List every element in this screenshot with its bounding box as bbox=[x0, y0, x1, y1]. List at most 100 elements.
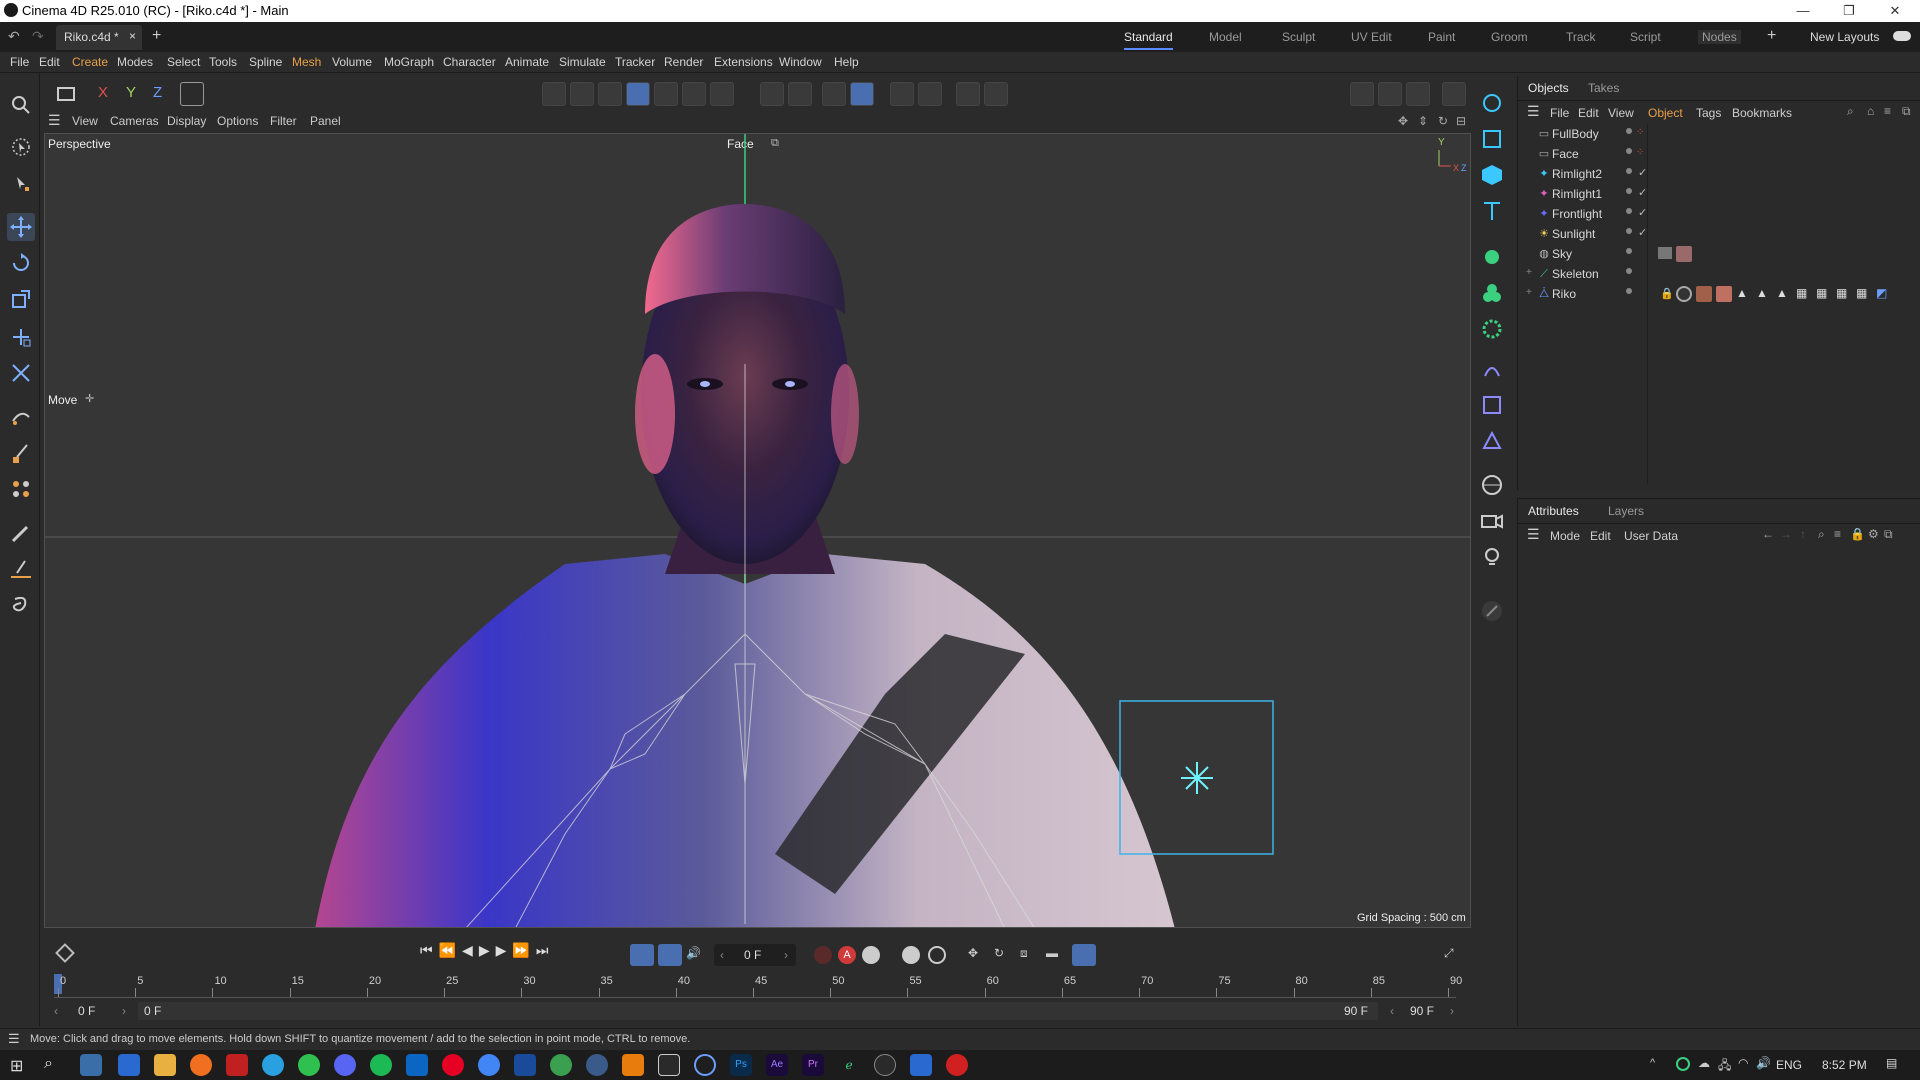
menu-create[interactable]: Create bbox=[72, 55, 108, 69]
param-key-icon[interactable]: ▬ bbox=[1046, 946, 1058, 960]
material-tag-icon[interactable] bbox=[1696, 286, 1712, 302]
go-to-start-icon[interactable]: ⏮ bbox=[420, 942, 433, 959]
utorrent-icon[interactable] bbox=[550, 1054, 572, 1076]
menu-extensions[interactable]: Extensions bbox=[714, 55, 773, 69]
selection-tag-icon[interactable]: ▦ bbox=[1856, 286, 1867, 300]
close-window-button[interactable]: ✕ bbox=[1872, 0, 1918, 22]
loop-icon[interactable] bbox=[630, 944, 654, 966]
objects-hamburger-icon[interactable]: ☰ bbox=[1527, 103, 1540, 120]
objects-filter-icon[interactable]: ≡ bbox=[1884, 104, 1891, 118]
range-icon[interactable] bbox=[658, 944, 682, 966]
lasso-icon[interactable] bbox=[7, 591, 35, 619]
viewport-menu-view[interactable]: View bbox=[72, 114, 98, 128]
language-indicator[interactable]: ENG bbox=[1776, 1058, 1802, 1072]
visibility-dots[interactable] bbox=[1626, 288, 1632, 294]
cube-icon[interactable] bbox=[1479, 162, 1505, 188]
visibility-dots[interactable] bbox=[1626, 148, 1632, 154]
menu-tools[interactable]: Tools bbox=[209, 55, 237, 69]
object-row-rimlight2[interactable]: ✦ Rimlight2 ✓ bbox=[1526, 164, 1916, 184]
placement-tool-icon[interactable] bbox=[7, 359, 35, 387]
blender-icon[interactable] bbox=[622, 1054, 644, 1076]
vpn-icon[interactable] bbox=[514, 1054, 536, 1076]
visibility-dots[interactable] bbox=[1626, 228, 1632, 234]
visibility-dots[interactable] bbox=[1626, 168, 1632, 174]
volume-icon[interactable]: 🔊 bbox=[1756, 1056, 1771, 1070]
play-icon[interactable]: ▶ bbox=[479, 942, 490, 959]
chrome-icon[interactable] bbox=[478, 1054, 500, 1076]
attributes-lock-icon[interactable]: 🔒 bbox=[1850, 527, 1865, 541]
attributes-hamburger-icon[interactable]: ☰ bbox=[1527, 526, 1540, 543]
menu-edit[interactable]: Edit bbox=[39, 55, 60, 69]
coordinate-system-icon[interactable] bbox=[180, 82, 204, 106]
spline-smooth-icon[interactable] bbox=[7, 475, 35, 503]
viewport-menu-panel[interactable]: Panel bbox=[310, 114, 341, 128]
timeline-settings-icon[interactable] bbox=[928, 946, 946, 964]
model-mode-icon[interactable] bbox=[626, 82, 650, 106]
lock-z-axis[interactable]: Z bbox=[153, 84, 162, 101]
texture-mode-icon[interactable] bbox=[710, 82, 734, 106]
menu-help[interactable]: Help bbox=[834, 55, 859, 69]
position-key-icon[interactable]: ✥ bbox=[968, 946, 978, 960]
enabled-check-icon[interactable]: ✓ bbox=[1638, 166, 1647, 179]
viewport-zoom-icon[interactable]: ⇕ bbox=[1418, 114, 1428, 128]
pen-tool-icon[interactable] bbox=[1479, 598, 1505, 624]
cinema4d-taskbar-icon[interactable] bbox=[694, 1054, 716, 1076]
maya-icon[interactable] bbox=[658, 1054, 680, 1076]
premiere-icon[interactable]: Pr bbox=[802, 1054, 824, 1076]
cloner-icon[interactable] bbox=[1479, 280, 1505, 306]
record-icon[interactable] bbox=[814, 946, 832, 964]
viewport-3d[interactable]: Perspective Face ⧉ Move ✛ Grid Spacing :… bbox=[44, 133, 1471, 928]
render-dots[interactable]: ⁘ bbox=[1636, 147, 1644, 158]
object-row-skeleton[interactable]: + ⟋ Skeleton bbox=[1526, 264, 1916, 284]
selection-tag-icon[interactable]: ▦ bbox=[1816, 286, 1827, 300]
visibility-dots[interactable] bbox=[1626, 268, 1632, 274]
viewport-menu-filter[interactable]: Filter bbox=[270, 114, 297, 128]
move-tool-icon[interactable] bbox=[7, 213, 35, 241]
menu-file[interactable]: File bbox=[10, 55, 29, 69]
acrobat-icon[interactable] bbox=[226, 1054, 248, 1076]
visibility-dots[interactable] bbox=[1626, 188, 1632, 194]
recorder-icon[interactable] bbox=[946, 1054, 968, 1076]
weight-tag-icon[interactable]: ▲ bbox=[1776, 286, 1788, 300]
attributes-menu-edit[interactable]: Edit bbox=[1590, 529, 1611, 543]
taskbar-search-icon[interactable]: ⌕ bbox=[44, 1055, 53, 1073]
viewport-maximize-icon[interactable]: ⊟ bbox=[1456, 114, 1466, 128]
polygons-mode-icon[interactable] bbox=[598, 82, 622, 106]
object-row-frontlight[interactable]: ✦ Frontlight ✓ bbox=[1526, 204, 1916, 224]
notifications-icon[interactable]: ▤ bbox=[1886, 1056, 1897, 1070]
mail-app-icon[interactable] bbox=[118, 1054, 140, 1076]
tweak-tool-icon[interactable] bbox=[7, 169, 35, 197]
points-mode-icon[interactable] bbox=[542, 82, 566, 106]
menu-mesh[interactable]: Mesh bbox=[292, 55, 321, 69]
menu-simulate[interactable]: Simulate bbox=[559, 55, 606, 69]
live-selection-icon[interactable] bbox=[1479, 90, 1505, 116]
layout-tab-groom[interactable]: Groom bbox=[1491, 30, 1528, 44]
current-frame-field[interactable]: ‹ 0 F › bbox=[714, 944, 796, 966]
auto-icon[interactable] bbox=[984, 82, 1008, 106]
attributes-menu-mode[interactable]: Mode bbox=[1550, 529, 1580, 543]
discord-icon[interactable] bbox=[334, 1054, 356, 1076]
task-view-icon[interactable] bbox=[80, 1054, 102, 1076]
material-tag-icon[interactable] bbox=[1676, 286, 1692, 302]
objects-menu-object[interactable]: Object bbox=[1648, 106, 1683, 120]
menu-tracker[interactable]: Tracker bbox=[615, 55, 655, 69]
deformer-icon[interactable] bbox=[1479, 356, 1505, 382]
add-tab-icon[interactable]: + bbox=[152, 27, 161, 45]
light-icon[interactable] bbox=[1479, 544, 1505, 570]
layout-tab-paint[interactable]: Paint bbox=[1428, 30, 1455, 44]
tray-chevron-icon[interactable]: ^ bbox=[1650, 1057, 1655, 1069]
layout-tab-model[interactable]: Model bbox=[1209, 30, 1242, 44]
object-row-face[interactable]: ▭ Face ⁘ bbox=[1526, 144, 1916, 164]
range-slider[interactable]: ‹ 0 F › 0 F 90 F ‹ 90 F › bbox=[54, 1002, 1456, 1022]
effector-icon[interactable] bbox=[1479, 316, 1505, 342]
menu-character[interactable]: Character bbox=[443, 55, 496, 69]
up-arrow-icon[interactable]: ↑ bbox=[1800, 527, 1806, 541]
environment-icon[interactable] bbox=[1479, 472, 1505, 498]
previous-key-icon[interactable]: ⏪ bbox=[439, 942, 456, 959]
menu-render[interactable]: Render bbox=[664, 55, 703, 69]
attributes-tab[interactable]: Attributes bbox=[1528, 504, 1579, 518]
layers-tab[interactable]: Layers bbox=[1608, 504, 1644, 518]
viewport-hamburger-icon[interactable]: ☰ bbox=[48, 112, 61, 129]
wifi-icon[interactable]: ◠ bbox=[1738, 1056, 1748, 1070]
sound-icon[interactable]: 🔊 bbox=[686, 946, 701, 960]
